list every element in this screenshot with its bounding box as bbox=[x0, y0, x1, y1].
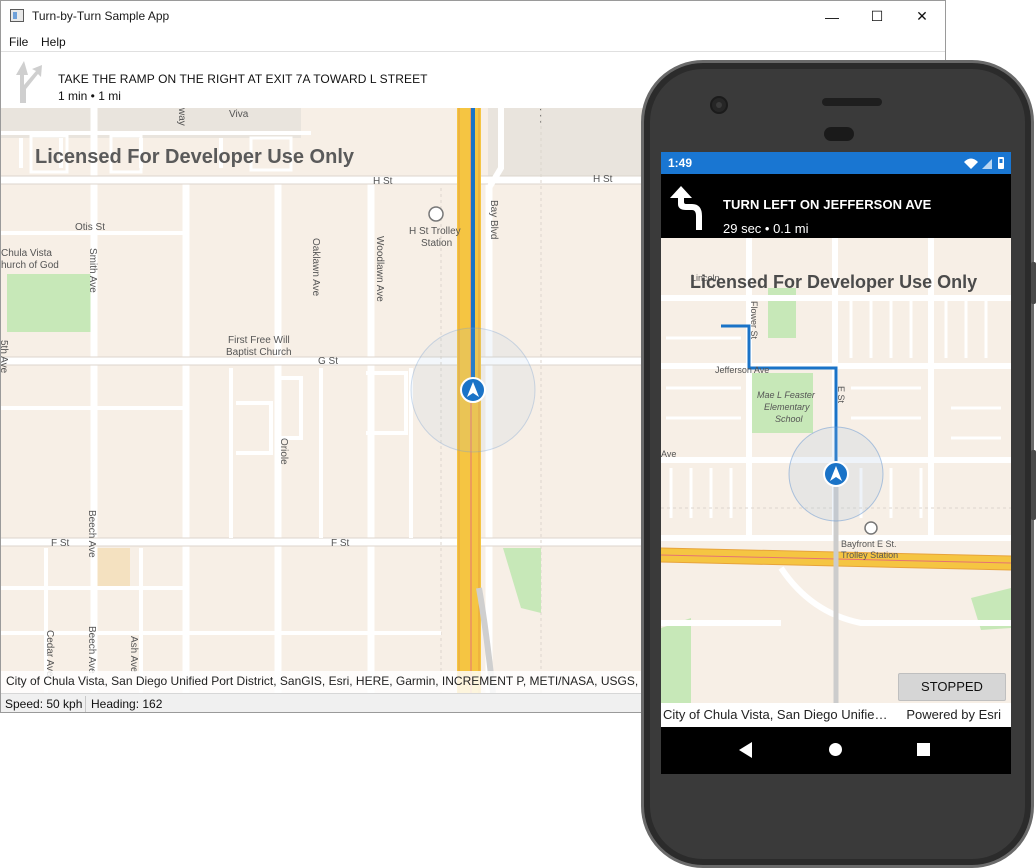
label-beech-ave: Beech Ave bbox=[86, 510, 97, 558]
turn-left-icon bbox=[670, 186, 702, 230]
label-oaklawn-ave: Oaklawn Ave bbox=[310, 238, 321, 297]
label-mae-feaster: Mae L Feaster bbox=[757, 390, 816, 400]
label-f-st-east: F St bbox=[331, 538, 350, 549]
label-cedar-ave: Cedar Ave bbox=[44, 630, 55, 677]
earpiece bbox=[824, 127, 854, 141]
phone-power-button[interactable] bbox=[1031, 262, 1036, 304]
app-icon bbox=[10, 9, 24, 22]
maneuver-instruction: TAKE THE RAMP ON THE RIGHT AT EXIT 7A TO… bbox=[58, 72, 428, 86]
label-smith-ave: Smith Ave bbox=[87, 248, 98, 293]
phone-attribution: City of Chula Vista, San Diego Unified P… bbox=[663, 707, 891, 722]
park-area bbox=[7, 274, 91, 332]
label-elementary: Elementary bbox=[764, 402, 810, 412]
menu-help[interactable]: Help bbox=[41, 35, 66, 49]
label-church-of-god: hurch of God bbox=[1, 260, 59, 271]
label-first-free-will: First Free Will bbox=[228, 335, 290, 346]
home-icon[interactable] bbox=[829, 743, 842, 756]
heading-readout: Heading: 162 bbox=[91, 697, 163, 711]
phone-maneuver-instruction: TURN LEFT ON JEFFERSON AVE bbox=[723, 197, 932, 212]
powered-by-esri: Powered by Esri bbox=[906, 707, 1001, 722]
label-5th-ave: 5th Ave bbox=[1, 340, 9, 374]
front-camera bbox=[710, 96, 728, 114]
label-g-st: G St bbox=[318, 356, 338, 367]
phone-status-bar: 1:49 bbox=[661, 152, 1011, 174]
window-title: Turn-by-Turn Sample App bbox=[32, 9, 170, 23]
title-bar[interactable]: Turn-by-Turn Sample App — ☐ ✕ bbox=[1, 1, 945, 32]
label-woodlawn-ave: Woodlawn Ave bbox=[374, 236, 385, 302]
label-flower-st: Flower St bbox=[749, 301, 759, 340]
label-h-st-trolley: H St Trolley bbox=[409, 226, 461, 237]
label-beech-ave-2: Beech Ave bbox=[86, 626, 97, 674]
label-ash-ave: Ash Ave bbox=[128, 636, 139, 673]
android-nav-bar bbox=[661, 727, 1011, 774]
label-oriole: Oriole bbox=[278, 438, 289, 465]
map-watermark: Licensed For Developer Use Only bbox=[35, 146, 354, 168]
recents-icon[interactable] bbox=[917, 743, 930, 756]
label-f-st-west: F St bbox=[51, 538, 70, 549]
speaker-grill bbox=[822, 98, 882, 106]
label-e-st: E St bbox=[836, 386, 846, 404]
menu-bar: File Help bbox=[1, 32, 945, 52]
phone-maneuver-detail: 29 sec • 0.1 mi bbox=[723, 221, 809, 236]
status-time: 1:49 bbox=[668, 156, 693, 170]
label-school: School bbox=[775, 414, 804, 424]
label-ave: Ave bbox=[661, 449, 676, 459]
phone-screen: 1:49 TURN LEFT ON JEFFERSON AVE 29 sec •… bbox=[661, 152, 1011, 774]
phone-maneuver-banner: TURN LEFT ON JEFFERSON AVE 29 sec • 0.1 … bbox=[661, 174, 1011, 238]
phone-map-watermark: Licensed For Developer Use Only bbox=[690, 272, 978, 292]
phone-volume-button[interactable] bbox=[1031, 450, 1036, 520]
minimize-button[interactable]: — bbox=[809, 1, 855, 32]
stopped-button[interactable]: STOPPED bbox=[898, 673, 1006, 701]
menu-file[interactable]: File bbox=[9, 35, 28, 49]
phone-map-canvas: Jefferson Ave Mae L Feaster Elementary S… bbox=[661, 238, 1011, 703]
desktop: Turn-by-Turn Sample App — ☐ ✕ File Help … bbox=[0, 0, 1036, 868]
label-bayfront: Bayfront E St. bbox=[841, 539, 897, 549]
close-button[interactable]: ✕ bbox=[899, 1, 945, 32]
label-h-st-east: H St bbox=[593, 174, 613, 185]
phone-attribution-bar: City of Chula Vista, San Diego Unified P… bbox=[661, 703, 1011, 727]
phone-map[interactable]: Jefferson Ave Mae L Feaster Elementary S… bbox=[661, 238, 1011, 703]
label-station: Station bbox=[421, 238, 452, 249]
label-baptist-church: Baptist Church bbox=[226, 347, 292, 358]
back-icon[interactable] bbox=[739, 742, 753, 758]
label-way: way bbox=[176, 108, 187, 126]
maximize-button[interactable]: ☐ bbox=[854, 1, 900, 32]
ramp-right-icon bbox=[16, 61, 42, 103]
svg-text:· · ·: · · · bbox=[535, 108, 546, 124]
label-jefferson-ave: Jefferson Ave bbox=[715, 365, 769, 375]
status-divider bbox=[85, 696, 86, 712]
speed-readout: Speed: 50 kph bbox=[5, 697, 83, 711]
wifi-icon bbox=[964, 158, 978, 169]
status-icons bbox=[962, 156, 1006, 173]
label-trolley-station: Trolley Station bbox=[841, 550, 898, 560]
maneuver-detail: 1 min • 1 mi bbox=[58, 89, 121, 103]
label-h-st-west: H St bbox=[373, 176, 393, 187]
label-bay-blvd: Bay Blvd bbox=[488, 200, 499, 239]
signal-icon bbox=[982, 159, 992, 169]
label-chula-vista: Chula Vista bbox=[1, 248, 52, 259]
label-viva: Viva bbox=[229, 109, 249, 120]
label-otis-st: Otis St bbox=[75, 222, 105, 233]
